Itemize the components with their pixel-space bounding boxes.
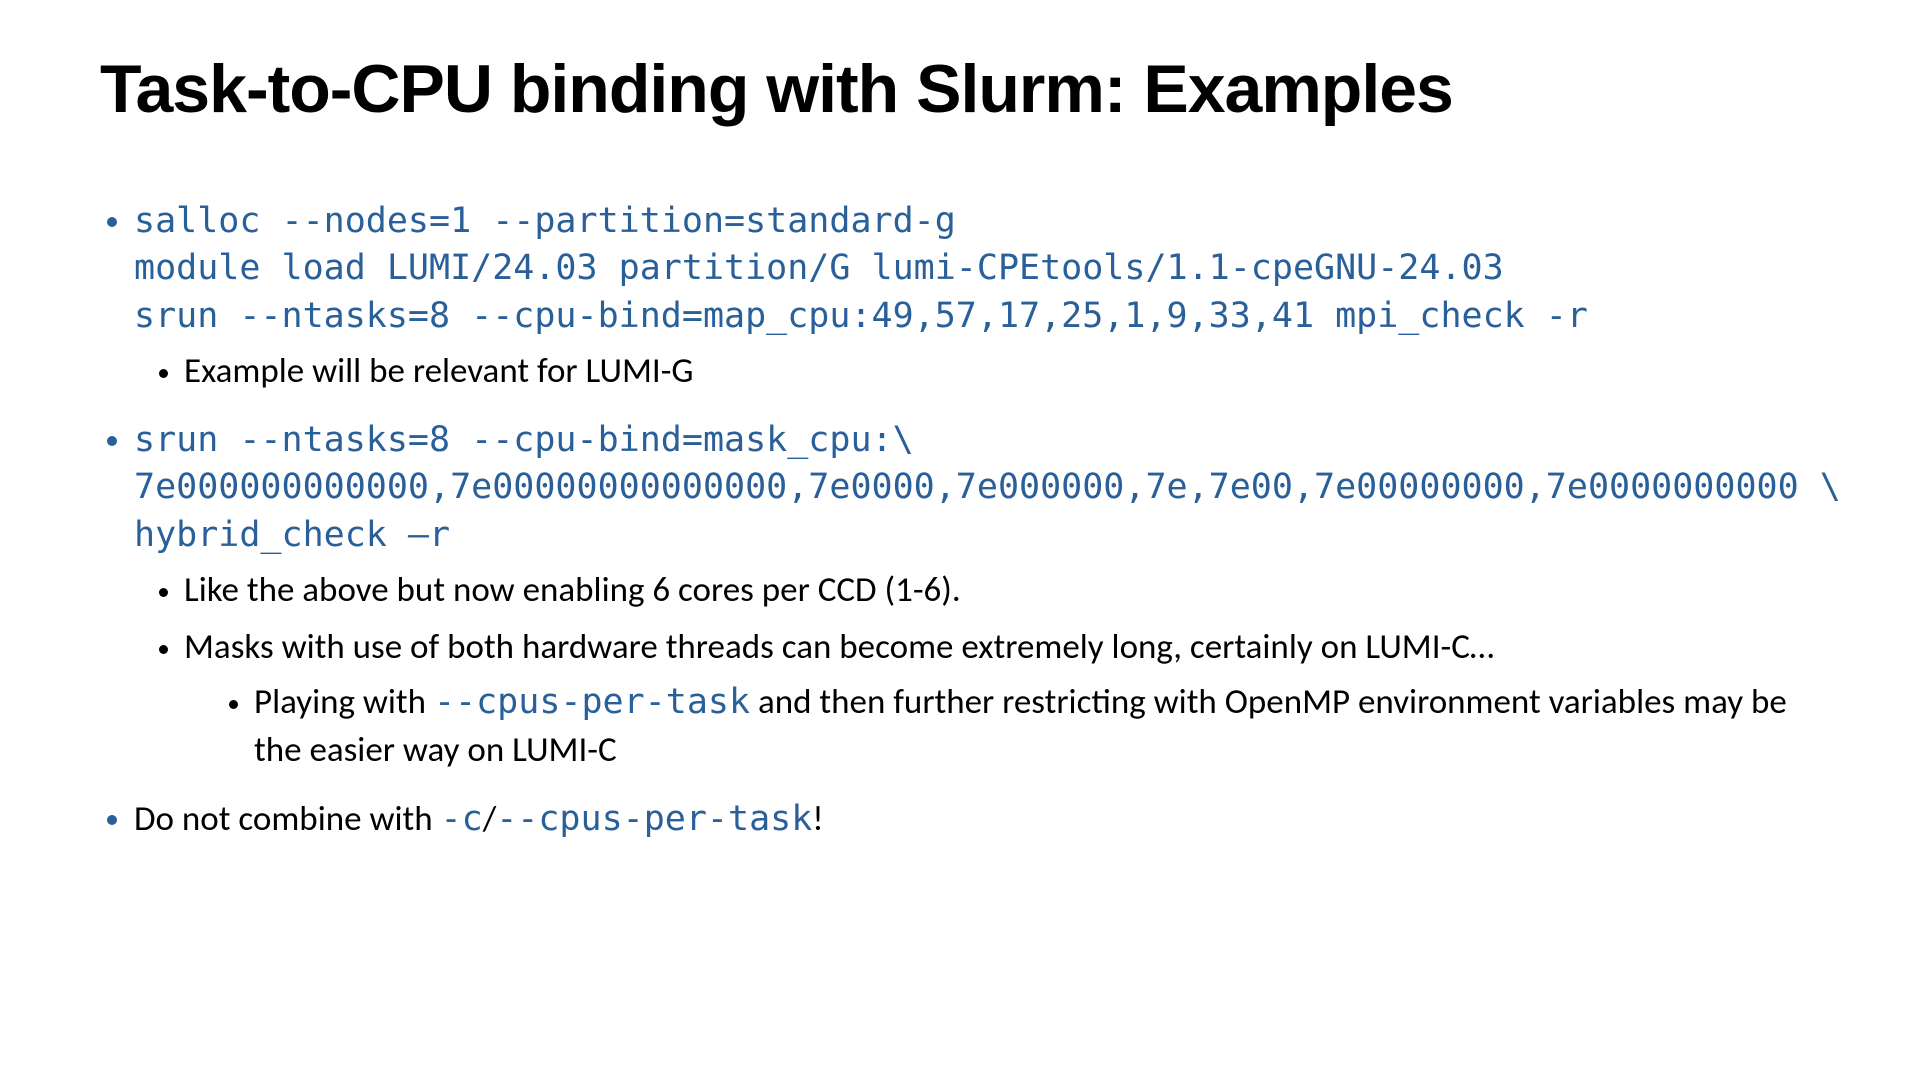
bullet-1: salloc --nodes=1 --partition=standard-g … bbox=[134, 198, 1820, 395]
bullet-list: salloc --nodes=1 --partition=standard-g … bbox=[100, 198, 1820, 843]
text-post: ! bbox=[812, 798, 823, 840]
slide: Task-to-CPU binding with Slurm: Examples… bbox=[0, 0, 1920, 1080]
bullet-2-2: Masks with use of both hardware threads … bbox=[184, 624, 1820, 774]
text: Example will be relevant for LUMI-G bbox=[184, 350, 694, 392]
bullet-2: srun --ntasks=8 --cpu-bind=mask_cpu:\ 7e… bbox=[134, 417, 1820, 774]
text-pre: Do not combine with bbox=[134, 798, 441, 840]
slide-title: Task-to-CPU binding with Slurm: Examples bbox=[100, 50, 1820, 128]
code-block-1: salloc --nodes=1 --partition=standard-g … bbox=[134, 201, 1588, 336]
bullet-2-2-1: Playing with --cpus-per-task and then fu… bbox=[254, 679, 1820, 774]
code-block-2: srun --ntasks=8 --cpu-bind=mask_cpu:\ 7e… bbox=[134, 420, 1841, 555]
code-inline-c: -c bbox=[441, 799, 483, 839]
bullet-3: Do not combine with -c/--cpus-per-task! bbox=[134, 796, 1820, 843]
text: Like the above but now enabling 6 cores … bbox=[184, 569, 961, 611]
text-pre: Playing with bbox=[254, 681, 434, 723]
code-inline: --cpus-per-task bbox=[434, 682, 750, 722]
text: Masks with use of both hardware threads … bbox=[184, 626, 1494, 668]
bullet-1-1: Example will be relevant for LUMI-G bbox=[184, 348, 1820, 395]
code-inline-cpus: --cpus-per-task bbox=[496, 799, 812, 839]
bullet-2-1: Like the above but now enabling 6 cores … bbox=[184, 567, 1820, 614]
text-mid: / bbox=[483, 798, 497, 840]
